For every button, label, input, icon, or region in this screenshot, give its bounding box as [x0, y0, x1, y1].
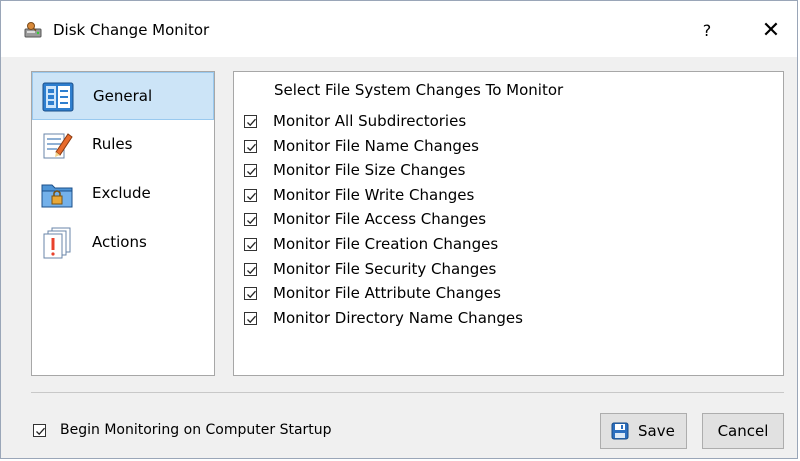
checkbox[interactable] — [244, 312, 257, 325]
title-bar: Disk Change Monitor ? ✕ — [1, 1, 797, 57]
general-list-icon — [41, 80, 75, 114]
checkbox[interactable] — [244, 287, 257, 300]
checkbox[interactable] — [244, 164, 257, 177]
nav-item-actions[interactable]: Actions — [32, 219, 214, 267]
nav-label-rules: Rules — [92, 135, 133, 153]
checkbox[interactable] — [244, 115, 257, 128]
close-button[interactable]: ✕ — [751, 13, 791, 49]
startup-label: Begin Monitoring on Computer Startup — [60, 422, 332, 438]
save-floppy-icon — [611, 422, 629, 440]
option-label: Monitor Directory Name Changes — [273, 309, 523, 327]
checkbox[interactable] — [244, 140, 257, 153]
window-title: Disk Change Monitor — [53, 21, 210, 39]
startup-checkbox[interactable] — [33, 424, 46, 437]
option-label: Monitor File Creation Changes — [273, 235, 499, 253]
checkbox[interactable] — [244, 213, 257, 226]
option-label: Monitor File Access Changes — [273, 210, 487, 228]
panel-heading: Select File System Changes To Monitor — [274, 81, 564, 99]
option-label: Monitor All Subdirectories — [273, 112, 467, 130]
option-label: Monitor File Write Changes — [273, 186, 475, 204]
nav-item-exclude[interactable]: Exclude — [32, 170, 214, 218]
nav-item-rules[interactable]: Rules — [32, 121, 214, 169]
separator — [31, 392, 784, 393]
nav-item-general[interactable]: General — [32, 72, 214, 120]
nav-label-actions: Actions — [92, 233, 147, 251]
help-button[interactable]: ? — [689, 13, 725, 49]
checkbox[interactable] — [244, 238, 257, 251]
option-label: Monitor File Name Changes — [273, 137, 479, 155]
save-button[interactable]: Save — [600, 413, 687, 449]
actions-pages-icon — [40, 226, 74, 260]
save-label: Save — [638, 422, 675, 440]
options-panel: Select File System Changes To Monitor Mo… — [233, 71, 784, 376]
rules-edit-icon — [40, 128, 74, 162]
dialog-window: Disk Change Monitor ? ✕ General Rules Ex… — [0, 0, 798, 459]
disk-monitor-icon — [23, 21, 43, 39]
exclude-lock-folder-icon — [40, 177, 74, 211]
option-label: Monitor File Attribute Changes — [273, 284, 501, 302]
nav-label-exclude: Exclude — [92, 184, 151, 202]
option-label: Monitor File Size Changes — [273, 161, 466, 179]
nav-label-general: General — [93, 87, 153, 105]
option-label: Monitor File Security Changes — [273, 260, 497, 278]
category-list: General Rules Exclude Actions — [31, 71, 215, 376]
checkbox[interactable] — [244, 263, 257, 276]
cancel-button[interactable]: Cancel — [702, 413, 784, 449]
checkbox[interactable] — [244, 189, 257, 202]
